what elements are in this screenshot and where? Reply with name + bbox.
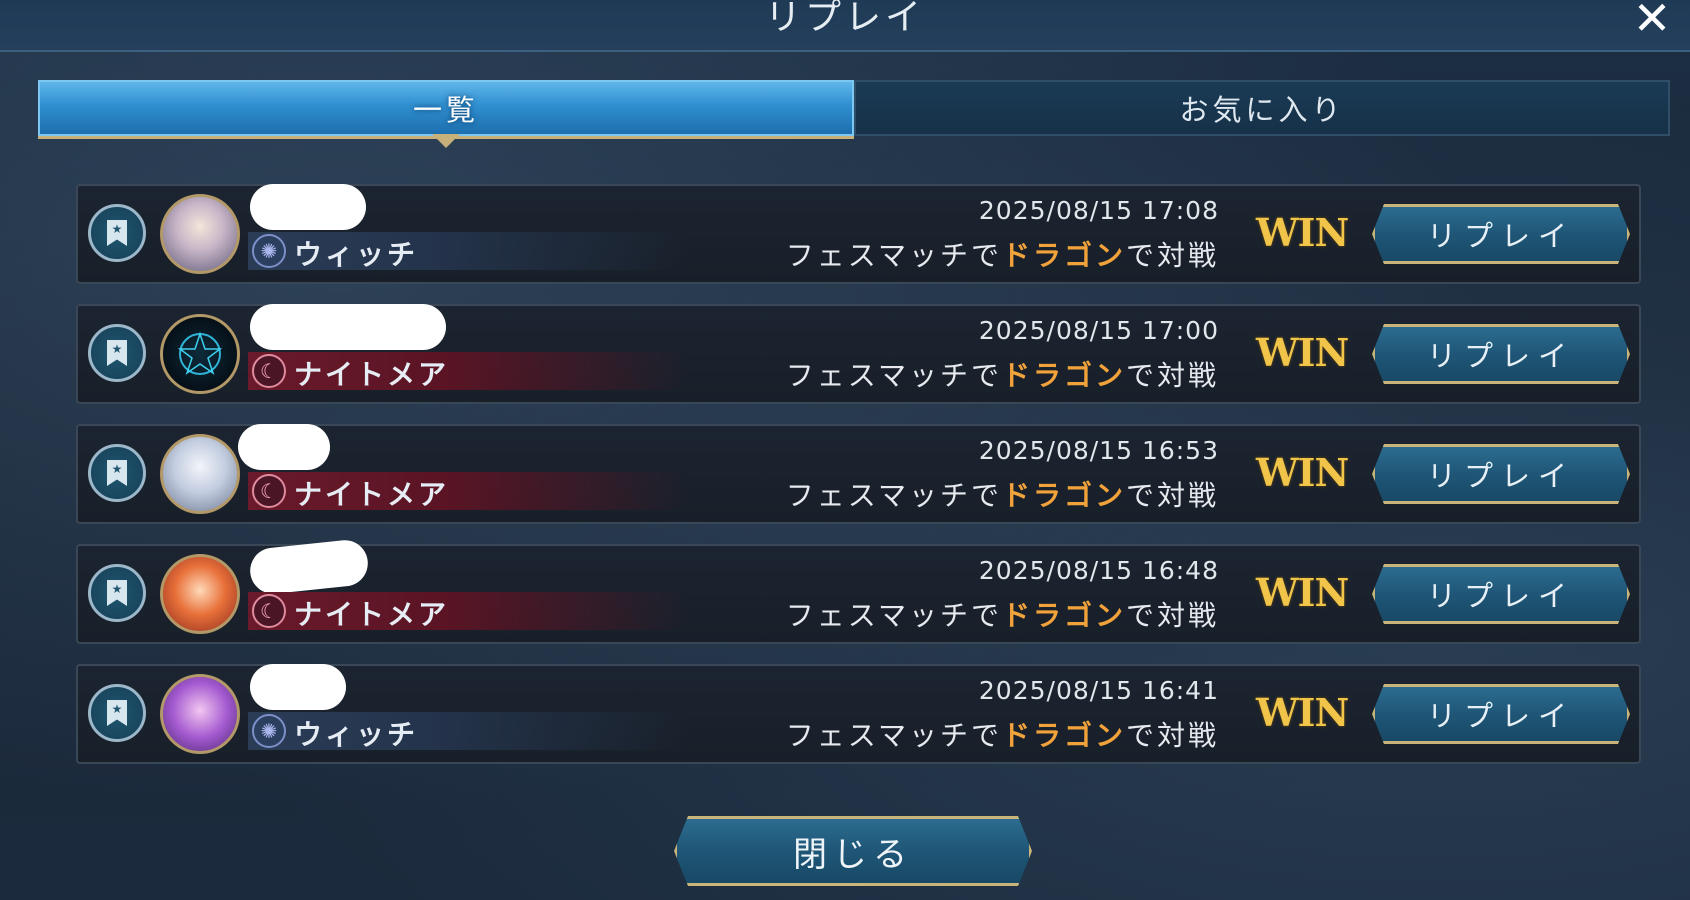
class-band: ☾ ナイトメア (248, 352, 688, 391)
match-result: WIN (1256, 210, 1349, 255)
match-datetime: 2025/08/15 17:00 (978, 316, 1219, 345)
class-band: ✺ ウィッチ (248, 712, 688, 751)
bookmark-star-icon: ★ (107, 580, 127, 606)
avatar (160, 554, 240, 634)
match-description: フェスマッチでドラゴンで対戦 (786, 234, 1219, 274)
replay-button[interactable]: リプレイ (1372, 684, 1630, 744)
avatar (160, 434, 240, 514)
replay-button[interactable]: リプレイ (1372, 204, 1630, 264)
close-button[interactable]: 閉じる (674, 816, 1032, 886)
replay-row: ★ ✺ ウィッチ 2025/08/15 17:08 フェスマッチでドラゴンで対戦… (76, 184, 1641, 284)
match-datetime: 2025/08/15 16:48 (978, 556, 1219, 585)
active-tab-pointer-icon (432, 134, 460, 148)
avatar (160, 194, 240, 274)
class-band: ✺ ウィッチ (248, 232, 688, 271)
bookmark-star-icon: ★ (107, 220, 127, 246)
class-band: ☾ ナイトメア (248, 592, 688, 631)
opponent-class: ドラゴン (1001, 239, 1126, 272)
favorite-bookmark-button[interactable]: ★ (88, 204, 146, 262)
replay-row: ★ ☾ ナイトメア 2025/08/15 16:53 フェスマッチでドラゴンで対… (76, 424, 1641, 524)
favorite-bookmark-button[interactable]: ★ (88, 324, 146, 382)
nightmare-icon: ☾ (252, 594, 286, 628)
favorite-bookmark-button[interactable]: ★ (88, 444, 146, 502)
match-mode: フェスマッチで (785, 599, 1002, 632)
opponent-class: ドラゴン (1001, 479, 1126, 512)
avatar (160, 674, 240, 754)
match-result: WIN (1256, 690, 1349, 735)
player-name-redacted (247, 537, 371, 597)
replay-button[interactable]: リプレイ (1372, 564, 1630, 624)
opponent-class: ドラゴン (1001, 719, 1126, 752)
match-suffix: で対戦 (1125, 479, 1219, 512)
tab-favorites[interactable]: お気に入り (854, 80, 1670, 136)
avatar (160, 314, 240, 394)
bookmark-star-icon: ★ (107, 460, 127, 486)
replay-button[interactable]: リプレイ (1372, 444, 1630, 504)
replay-row: ★ ☾ ナイトメア 2025/08/15 16:48 フェスマッチでドラゴンで対… (76, 537, 1641, 644)
favorite-bookmark-button[interactable]: ★ (88, 564, 146, 622)
player-name-redacted (250, 184, 366, 230)
player-name-redacted (250, 304, 446, 350)
replay-row: ★ ✺ ウィッチ 2025/08/15 16:41 フェスマッチでドラゴンで対戦… (76, 664, 1641, 764)
class-label: ナイトメア (294, 358, 450, 391)
tab-bar: 一覧 お気に入り (38, 80, 1670, 138)
opponent-class: ドラゴン (1001, 359, 1126, 392)
tab-list[interactable]: 一覧 (38, 80, 854, 136)
replay-list: ★ ✺ ウィッチ 2025/08/15 17:08 フェスマッチでドラゴンで対戦… (76, 184, 1641, 784)
player-name-redacted (238, 424, 330, 470)
opponent-class: ドラゴン (1001, 599, 1126, 632)
match-suffix: で対戦 (1125, 239, 1219, 272)
class-label: ウィッチ (294, 718, 419, 751)
replay-button[interactable]: リプレイ (1372, 324, 1630, 384)
match-result: WIN (1256, 330, 1349, 375)
title-bar: リプレイ ✕ (0, 0, 1690, 52)
match-description: フェスマッチでドラゴンで対戦 (786, 354, 1219, 394)
match-result: WIN (1256, 570, 1349, 615)
witch-icon: ✺ (252, 234, 286, 268)
emblem-icon (177, 331, 223, 375)
witch-icon: ✺ (252, 714, 286, 748)
class-band: ☾ ナイトメア (248, 472, 688, 511)
match-mode: フェスマッチで (785, 719, 1002, 752)
player-name-redacted (250, 664, 346, 710)
class-label: ナイトメア (294, 478, 450, 511)
match-description: フェスマッチでドラゴンで対戦 (786, 474, 1219, 514)
match-datetime: 2025/08/15 17:08 (978, 196, 1219, 225)
match-description: フェスマッチでドラゴンで対戦 (786, 594, 1219, 634)
match-suffix: で対戦 (1125, 719, 1219, 752)
match-result: WIN (1256, 450, 1349, 495)
match-mode: フェスマッチで (785, 479, 1002, 512)
close-icon[interactable]: ✕ (1628, 0, 1676, 42)
nightmare-icon: ☾ (252, 354, 286, 388)
match-suffix: で対戦 (1125, 599, 1219, 632)
bookmark-star-icon: ★ (107, 340, 127, 366)
match-suffix: で対戦 (1125, 359, 1219, 392)
class-label: ウィッチ (294, 238, 419, 271)
match-description: フェスマッチでドラゴンで対戦 (786, 714, 1219, 754)
class-label: ナイトメア (294, 598, 450, 631)
match-mode: フェスマッチで (785, 239, 1002, 272)
favorite-bookmark-button[interactable]: ★ (88, 684, 146, 742)
match-datetime: 2025/08/15 16:41 (978, 676, 1219, 705)
match-datetime: 2025/08/15 16:53 (978, 436, 1219, 465)
replay-row: ★ ☾ ナイトメア 2025/08/15 17:00 フェスマッチでドラゴンで対… (76, 304, 1641, 404)
bookmark-star-icon: ★ (107, 700, 127, 726)
match-mode: フェスマッチで (785, 359, 1002, 392)
nightmare-icon: ☾ (252, 474, 286, 508)
dialog-title: リプレイ (764, 0, 925, 38)
